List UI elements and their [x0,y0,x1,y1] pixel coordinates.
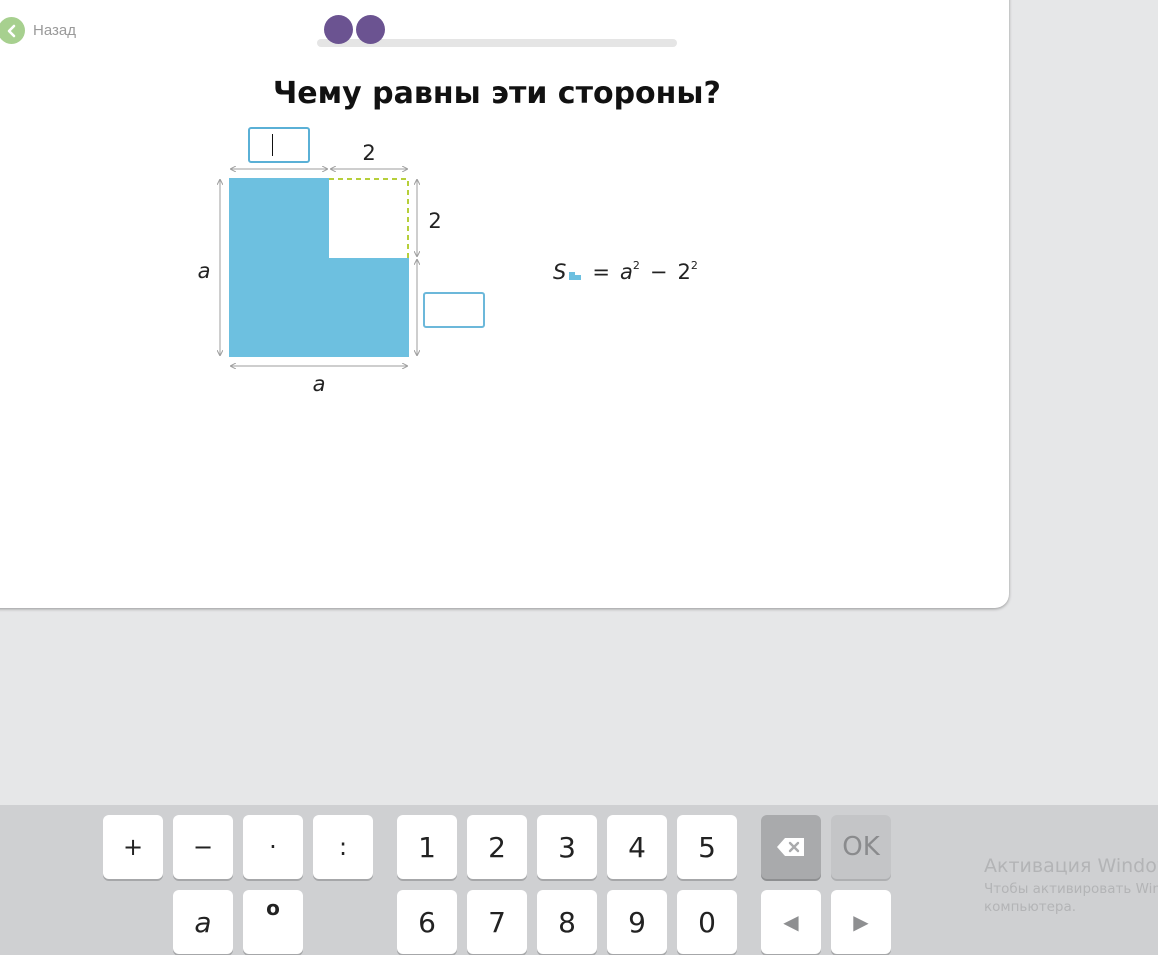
key-backspace[interactable] [761,815,821,879]
formula-num: 2 [677,260,691,284]
formula-exp-1: 2 [632,259,640,272]
key-right-arrow[interactable]: ▶ [831,890,891,954]
key-left-arrow[interactable]: ◀ [761,890,821,954]
backspace-icon [777,838,804,856]
cut-square-outline [329,178,409,258]
answer-input-right[interactable] [423,292,485,328]
l-shape-icon [569,272,582,280]
label-top-right: 2 [362,141,375,165]
label-bottom: a [313,372,326,396]
key-1[interactable]: 1 [397,815,457,879]
key-plus[interactable]: + [103,815,163,879]
formula-equals: = [592,260,610,284]
key-5[interactable]: 5 [677,815,737,879]
l-shape-figure: 2 2 a a [198,141,442,396]
key-7[interactable]: 7 [467,890,527,954]
key-2[interactable]: 2 [467,815,527,879]
degree-symbol: o [266,896,280,920]
key-6[interactable]: 6 [397,890,457,954]
watermark-line-1: Чтобы активировать Windows, перейдите в … [984,881,1158,897]
formula-exp-2: 2 [690,259,698,272]
label-right-top: 2 [428,209,441,233]
key-9[interactable]: 9 [607,890,667,954]
key-8[interactable]: 8 [537,890,597,954]
text-caret [272,134,273,156]
key-ok[interactable]: OK [831,815,891,879]
key-4[interactable]: 4 [607,815,667,879]
answer-input-top[interactable] [248,127,310,163]
formula-minus: − [649,260,668,284]
key-variable-a[interactable]: a [173,890,233,954]
watermark-line-2: компьютера. [984,899,1077,915]
key-multiply[interactable]: · [243,815,303,879]
formula-lhs: S [553,260,567,284]
key-0[interactable]: 0 [677,890,737,954]
windows-activation-watermark: Активация Windows Чтобы активировать Win… [984,855,1158,915]
key-minus[interactable]: − [173,815,233,879]
key-divide[interactable]: : [313,815,373,879]
key-degree[interactable]: o [243,890,303,954]
watermark-title: Активация Windows [984,855,1158,877]
area-formula: S = a2 − 22 [553,259,698,284]
key-3[interactable]: 3 [537,815,597,879]
label-left: a [198,259,211,283]
l-shape-fill [229,178,409,357]
formula-var: a [619,260,633,284]
